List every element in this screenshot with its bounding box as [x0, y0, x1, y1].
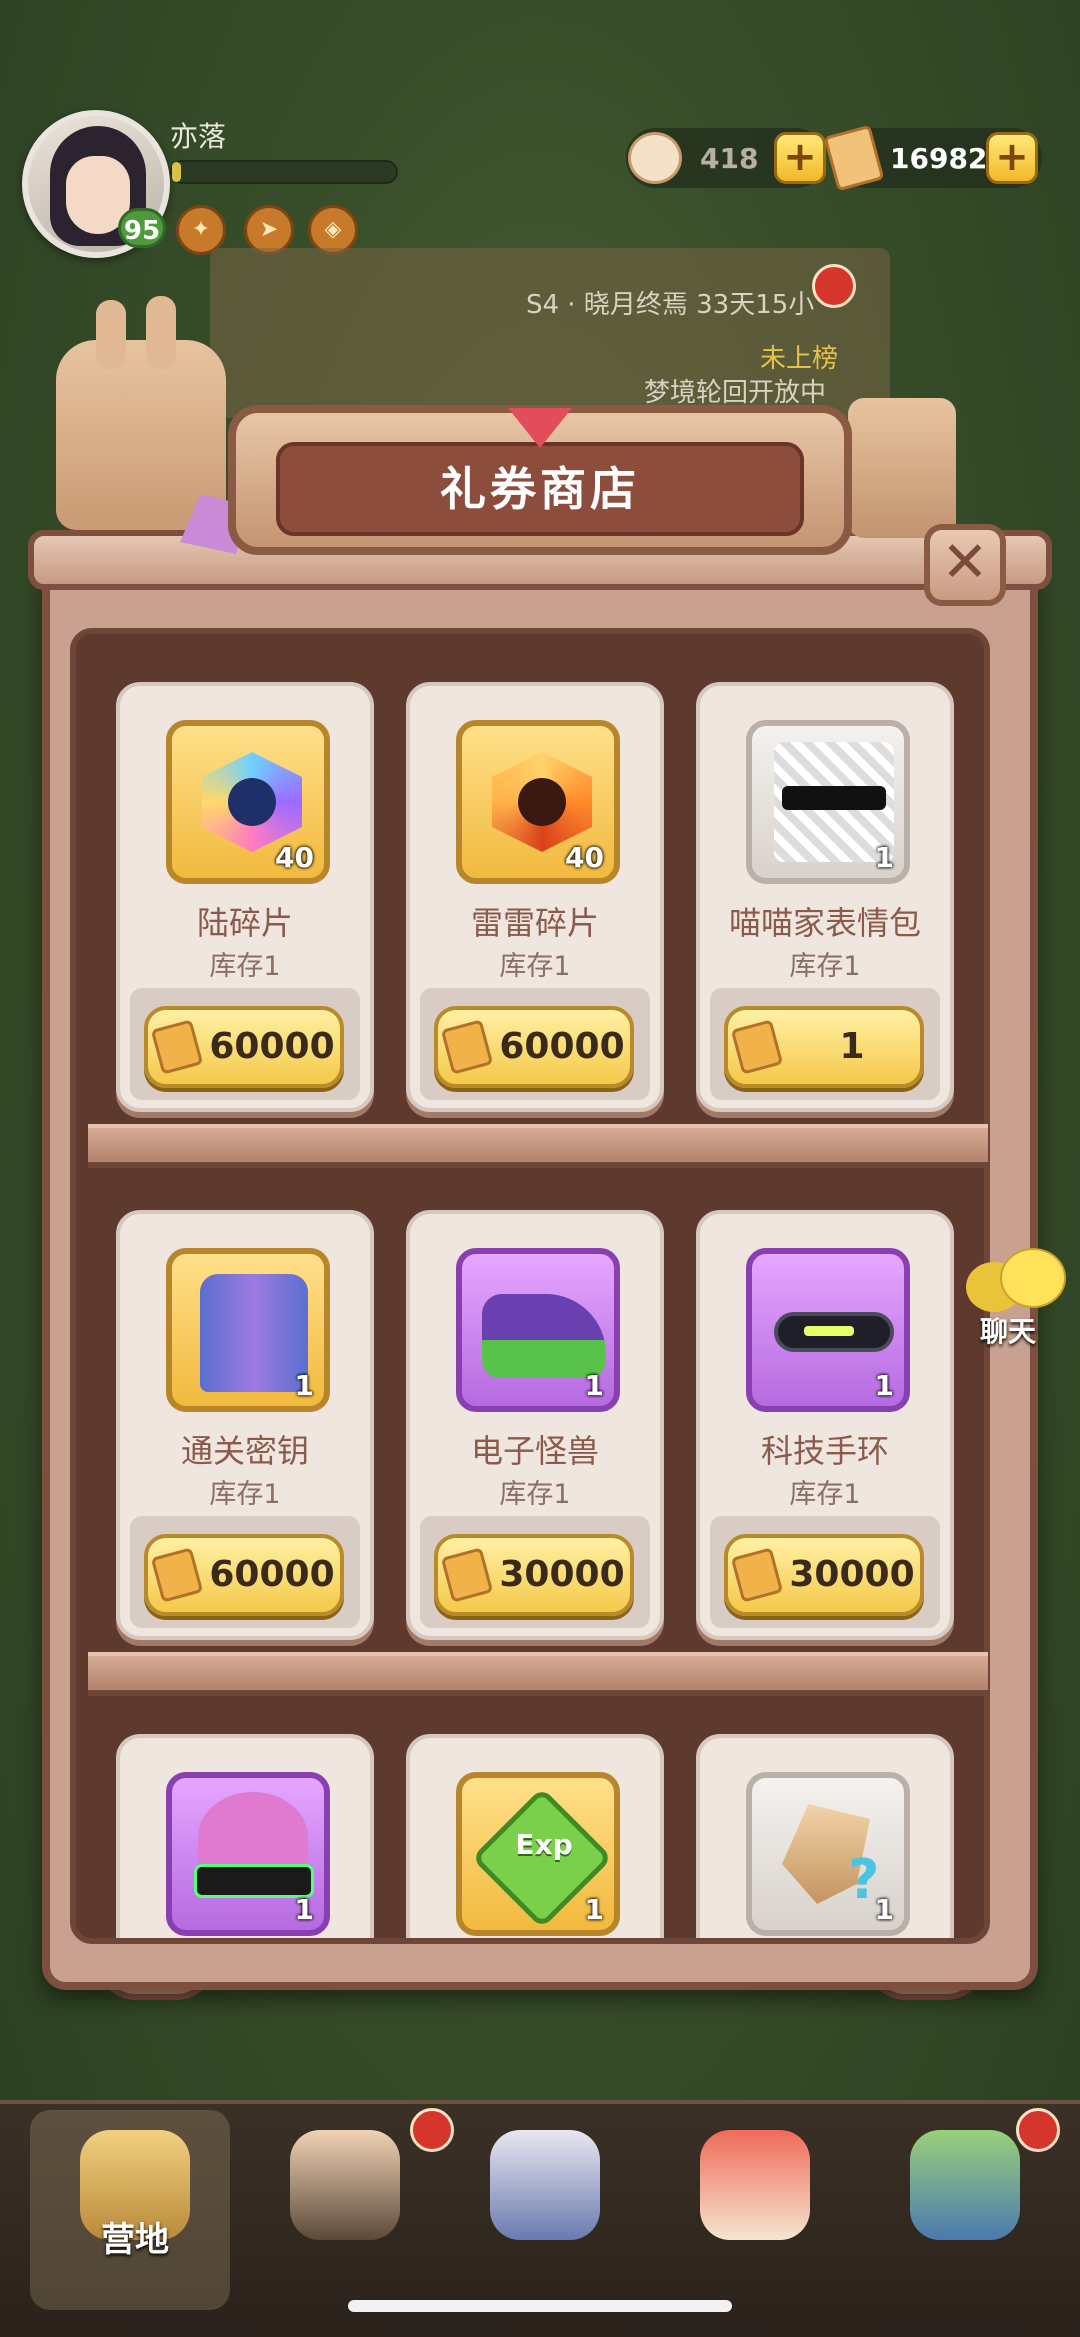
shop-item-card[interactable]: ? 1 [696, 1734, 954, 1938]
exp-bar-fill [172, 162, 181, 182]
item-name: 电子怪兽 [470, 1432, 599, 1470]
nav-camp[interactable] [30, 2110, 230, 2310]
shell-add-button[interactable]: + [774, 132, 826, 184]
shop-item-card[interactable]: 40 陆碎片 库存1 60000 [116, 682, 374, 1112]
chat-label[interactable]: 聊天 [980, 1310, 1036, 1350]
season-alert-icon [812, 264, 856, 308]
item-icon-frame: 1 [166, 1248, 330, 1412]
shop-item-card[interactable]: 1 喵喵家表情包 库存1 1 [696, 682, 954, 1112]
item-stock: 库存1 [209, 1479, 281, 1510]
item-price[interactable]: 60000 [200, 1534, 344, 1616]
jacket-icon [200, 1274, 308, 1392]
shop-item-card[interactable]: 1 通关密钥 库存1 60000 [116, 1210, 374, 1640]
exp-label: Exp [515, 1828, 573, 1861]
item-icon-frame: 1 [166, 1772, 330, 1936]
crystal-core [518, 778, 566, 826]
item-icon-frame: 1 [746, 1248, 910, 1412]
shop-item-card[interactable]: 40 雷雷碎片 库存1 60000 [406, 682, 664, 1112]
shop-title: 礼券商店 [440, 462, 640, 516]
shop-item-card[interactable]: 1 科技手环 库存1 30000 [696, 1210, 954, 1640]
totem-statue-decoration [848, 398, 956, 538]
item-quantity: 40 [275, 841, 314, 874]
sneaker-icon [482, 1294, 606, 1378]
item-quantity: 40 [565, 841, 604, 874]
item-stock: 库存1 [789, 951, 861, 982]
shelf-divider [88, 1124, 988, 1168]
shop-row-3: 1 Exp 1 ? 1 [76, 1700, 984, 1938]
coupon-add-button[interactable]: + [986, 132, 1038, 184]
item-stock: 库存1 [789, 1479, 861, 1510]
exp-bar [170, 160, 398, 184]
close-button[interactable]: ✕ [924, 524, 1006, 606]
home-indicator[interactable] [348, 2300, 732, 2312]
crystal-core [228, 778, 276, 826]
hero-icon [290, 2130, 400, 2240]
item-quantity: 1 [294, 1893, 314, 1926]
item-price[interactable]: 60000 [200, 1006, 344, 1088]
weapon-icon [490, 2130, 600, 2240]
pet-icon [700, 2130, 810, 2240]
item-icon-frame: ? 1 [746, 1772, 910, 1936]
item-stock: 库存1 [209, 951, 281, 982]
cat-sunglasses [782, 786, 886, 810]
shell-value: 418 [700, 142, 759, 175]
item-icon-frame: 1 [746, 720, 910, 884]
shelf-divider [88, 1652, 988, 1696]
item-quantity: 1 [294, 1369, 314, 1402]
item-name: 通关密钥 [180, 1432, 309, 1470]
item-price[interactable]: 30000 [780, 1534, 924, 1616]
item-quantity: 1 [584, 1893, 604, 1926]
nav-hero[interactable] [240, 2110, 440, 2310]
item-icon-frame: 40 [456, 720, 620, 884]
item-name: 陆碎片 [196, 904, 293, 942]
player-name: 亦落 [170, 120, 227, 153]
shell-icon [628, 132, 682, 184]
season-subtitle: 梦境轮回开放中 [644, 378, 827, 408]
item-quantity: 1 [874, 841, 894, 874]
item-stock: 库存1 [499, 951, 571, 982]
guild-alert-icon [1016, 2108, 1060, 2152]
item-icon-frame: Exp 1 [456, 1772, 620, 1936]
item-name: 喵喵家表情包 [728, 904, 921, 942]
item-icon-frame: 40 [166, 720, 330, 884]
shop-item-card[interactable]: 1 [116, 1734, 374, 1938]
chat-bubble-front [1000, 1248, 1066, 1308]
shop-item-card[interactable]: Exp 1 [406, 1734, 664, 1938]
item-name: 雷雷碎片 [470, 904, 599, 942]
nav-weapon[interactable] [440, 2110, 640, 2310]
bracelet-light [804, 1326, 854, 1336]
shop-item-card[interactable]: 1 电子怪兽 库存1 30000 [406, 1210, 664, 1640]
item-quantity: 1 [874, 1893, 894, 1926]
item-price[interactable]: 60000 [490, 1006, 634, 1088]
season-rank: 未上榜 [760, 344, 839, 374]
level-badge: 95 [118, 208, 166, 248]
item-icon-frame: 1 [456, 1248, 620, 1412]
item-name: 科技手环 [760, 1432, 889, 1470]
nav-pet[interactable] [650, 2110, 850, 2310]
item-quantity: 1 [584, 1369, 604, 1402]
season-title: S4 · 晓月终焉 33天15小 [526, 290, 815, 320]
item-stock: 库存1 [499, 1479, 571, 1510]
item-price[interactable]: 30000 [490, 1534, 634, 1616]
item-quantity: 1 [874, 1369, 894, 1402]
guild-icon [910, 2130, 1020, 2240]
item-price[interactable]: 1 [780, 1006, 924, 1088]
nav-camp-label[interactable]: 营地 [0, 2212, 270, 2261]
